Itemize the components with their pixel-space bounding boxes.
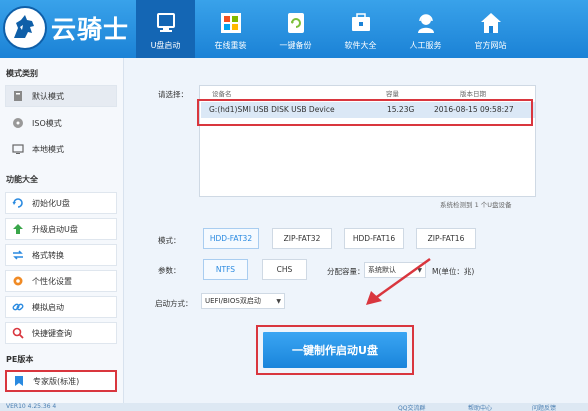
pe-section-title: PE版本 — [6, 355, 34, 364]
annotation-arrow-icon — [366, 257, 431, 305]
sidebar-item-label: 快捷键查询 — [32, 328, 72, 338]
boot-mode-label: 启动方式： — [155, 299, 193, 308]
device-status-text: 系统检测到 1 个U盘设备 — [440, 201, 512, 209]
sidebar-item-label: ISO模式 — [32, 118, 62, 128]
bookmark-icon — [13, 375, 25, 387]
windows-icon — [220, 12, 242, 34]
function-section-title: 功能大全 — [6, 175, 38, 184]
boot-mode-value: UEFI/BIOS双启动 — [205, 297, 261, 305]
nav-usb-boot[interactable]: U盘启动 — [136, 0, 195, 58]
mode-section-title: 模式类别 — [6, 69, 38, 78]
nav-label: 官方网站 — [474, 41, 507, 50]
device-select-label: 请选择： — [158, 90, 188, 99]
default-mode-icon — [12, 90, 24, 102]
app-header: 云骑士 U盘启动 在线重装 一键备份 软件大全 人工服务 官方网站 — [0, 0, 588, 58]
alloc-label: 分配容量： — [327, 267, 365, 276]
sidebar-item-default-mode[interactable]: 默认模式 — [5, 85, 117, 107]
sidebar-item-label: 本地模式 — [32, 144, 64, 154]
sidebar-item-init-usb[interactable]: 初始化U盘 — [5, 192, 117, 214]
mode-zip-fat32[interactable]: ZIP-FAT32 — [272, 228, 332, 249]
iso-disc-icon — [12, 117, 24, 129]
upgrade-arrow-icon — [12, 223, 24, 235]
nav-label: U盘启动 — [150, 41, 181, 50]
support-agent-icon — [415, 12, 437, 34]
version-text: VER10 4.25.36 4 — [6, 403, 57, 410]
mode-zip-fat16[interactable]: ZIP-FAT16 — [416, 228, 476, 249]
param-label: 参数： — [158, 266, 181, 275]
nav-one-key-backup[interactable]: 一键备份 — [266, 0, 325, 58]
param-ntfs[interactable]: NTFS — [203, 259, 248, 280]
sidebar-item-hotkey-query[interactable]: 快捷键查询 — [5, 322, 117, 344]
col-capacity: 容量 — [386, 90, 399, 98]
make-boot-usb-button[interactable]: 一键制作启动U盘 — [263, 332, 407, 368]
sidebar-item-local-mode[interactable]: 本地模式 — [5, 138, 117, 160]
sidebar-item-iso-mode[interactable]: ISO模式 — [5, 112, 117, 134]
mode-label: 模式： — [158, 236, 181, 245]
status-bar: VER10 4.25.36 4 QQ交流群 帮助中心 问题反馈 — [0, 403, 588, 411]
app-logo: 云骑士 — [3, 4, 153, 52]
sidebar-item-label: 升级启动U盘 — [32, 224, 78, 234]
qq-group-link[interactable]: QQ交流群 — [398, 403, 425, 411]
search-icon — [12, 327, 24, 339]
unit-label: M(单位：兆) — [432, 267, 475, 276]
sidebar-item-pe-expert[interactable]: 专家版(标准) — [5, 370, 117, 392]
app-name: 云骑士 — [51, 15, 130, 44]
param-chs[interactable]: CHS — [262, 259, 307, 280]
top-nav: U盘启动 在线重装 一键备份 软件大全 人工服务 官方网站 — [136, 0, 526, 58]
backup-icon — [285, 12, 307, 34]
monitor-icon — [12, 143, 24, 155]
gear-icon — [12, 275, 24, 287]
sidebar-item-label: 默认模式 — [32, 91, 64, 101]
sidebar-item-label: 模拟启动 — [32, 302, 64, 312]
nav-software[interactable]: 软件大全 — [331, 0, 390, 58]
device-list-header: 设备名 容量 版本日期 — [200, 86, 535, 98]
nav-label: 一键备份 — [279, 41, 312, 50]
software-icon — [350, 12, 372, 34]
refresh-icon — [12, 197, 24, 209]
nav-official-site[interactable]: 官方网站 — [461, 0, 520, 58]
knight-logo-icon — [3, 6, 47, 50]
sidebar-item-format-convert[interactable]: 格式转换 — [5, 244, 117, 266]
sidebar-item-simulate-boot[interactable]: 模拟启动 — [5, 296, 117, 318]
usb-drive-icon — [155, 12, 177, 34]
nav-human-service[interactable]: 人工服务 — [396, 0, 455, 58]
sidebar-item-label: 专家版(标准) — [33, 376, 80, 386]
make-button-highlight: 一键制作启动U盘 — [256, 325, 414, 375]
sidebar-item-personalize[interactable]: 个性化设置 — [5, 270, 117, 292]
nav-label: 人工服务 — [409, 41, 442, 50]
help-center-link[interactable]: 帮助中心 — [468, 403, 492, 411]
col-device-name: 设备名 — [212, 90, 232, 98]
sidebar: 模式类别 默认模式 ISO模式 本地模式 功能大全 初始化U盘 升级启动U盘 格… — [0, 58, 124, 411]
device-highlight-box — [197, 99, 533, 126]
feedback-link[interactable]: 问题反馈 — [532, 403, 556, 411]
convert-icon — [12, 249, 24, 261]
sidebar-item-label: 个性化设置 — [32, 276, 72, 286]
home-icon — [480, 12, 502, 34]
nav-label: 软件大全 — [344, 41, 377, 50]
boot-mode-dropdown[interactable]: UEFI/BIOS双启动 ▼ — [201, 293, 285, 309]
sidebar-item-label: 格式转换 — [32, 250, 64, 260]
sidebar-item-upgrade-usb[interactable]: 升级启动U盘 — [5, 218, 117, 240]
col-version-date: 版本日期 — [460, 90, 486, 98]
nav-label: 在线重装 — [214, 41, 247, 50]
mode-hdd-fat32[interactable]: HDD-FAT32 — [203, 228, 259, 249]
chevron-down-icon: ▼ — [276, 298, 281, 305]
nav-online-reinstall[interactable]: 在线重装 — [201, 0, 260, 58]
link-icon — [12, 301, 24, 313]
mode-hdd-fat16[interactable]: HDD-FAT16 — [344, 228, 404, 249]
sidebar-item-label: 初始化U盘 — [32, 198, 70, 208]
